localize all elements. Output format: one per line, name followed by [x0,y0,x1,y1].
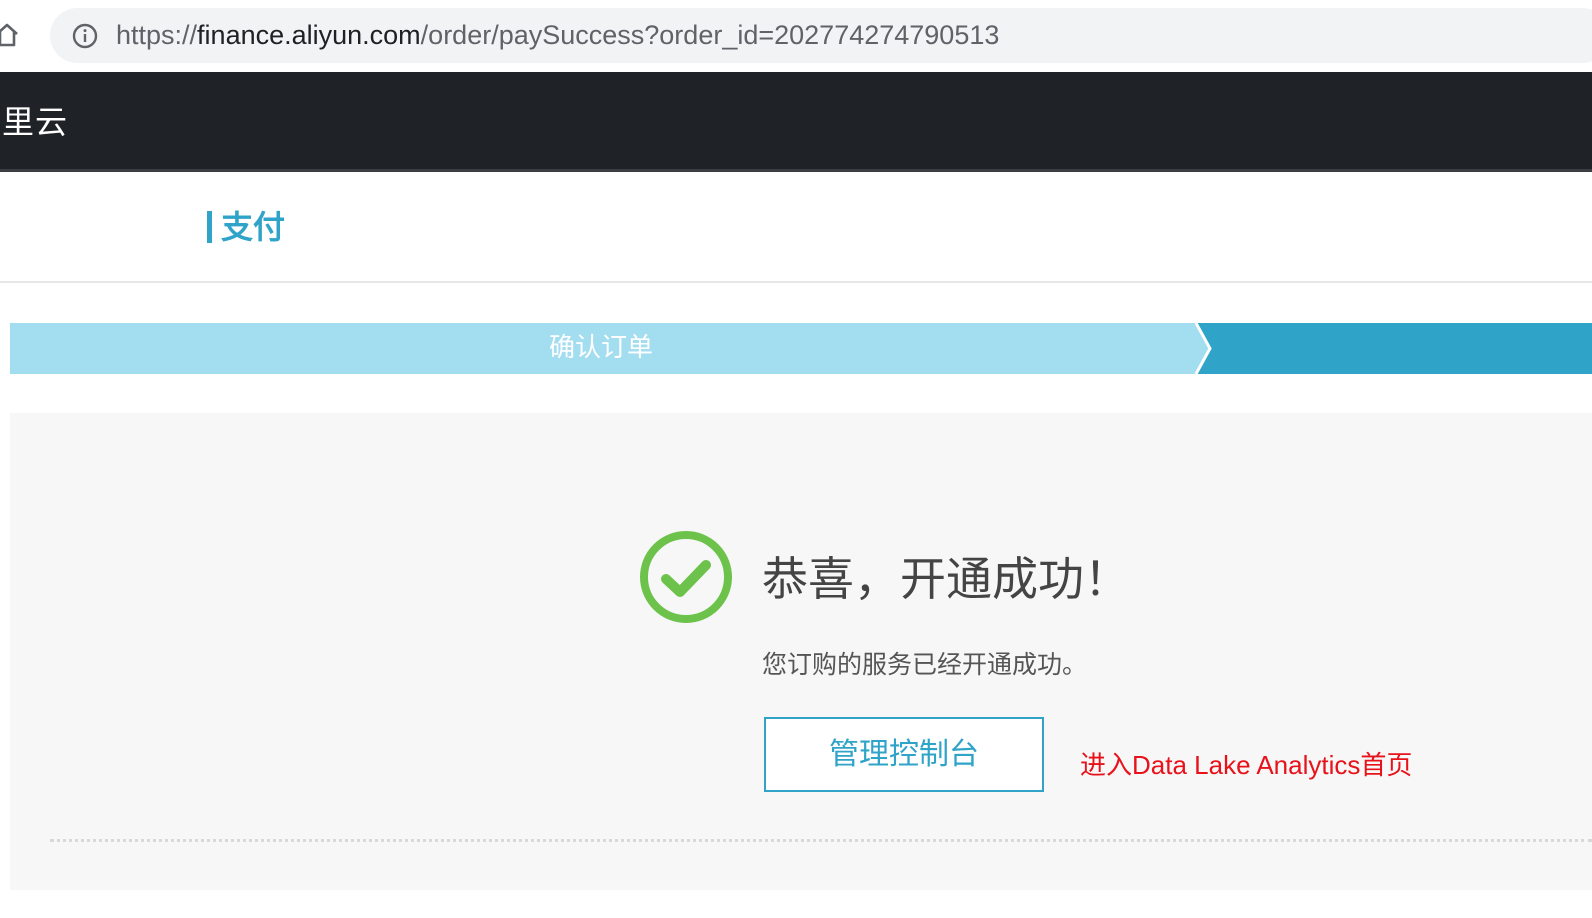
page-title: 支付 [221,208,286,246]
site-logo[interactable]: 里云 [2,72,68,172]
url-scheme: https:// [116,20,198,50]
order-steps: 确认订单 [10,323,1592,374]
step-label-confirm-order: 确认订单 [548,333,653,363]
address-bar[interactable]: https://finance.aliyun.com/order/paySucc… [50,8,1592,63]
browser-toolbar: https://finance.aliyun.com/order/paySucc… [0,0,1592,72]
annotation-text: 进入Data Lake Analytics首页 [1080,750,1413,780]
home-icon[interactable] [0,22,20,48]
section-accent-bar [207,211,212,243]
section-header: 支付 [0,173,1592,283]
site-header: 里云 [0,72,1592,172]
check-circle-icon [638,529,734,625]
url-host: finance.aliyun.com [197,20,421,50]
step-current [1196,323,1592,374]
result-description: 您订购的服务已经开通成功。 [762,650,1088,679]
url-text[interactable]: https://finance.aliyun.com/order/paySucc… [116,8,999,63]
result-title: 恭喜，开通成功！ [762,552,1130,606]
info-icon[interactable] [72,23,98,49]
url-path: /order/paySuccess?order_id=2027742747905… [420,20,1000,50]
result-panel: 恭喜，开通成功！ 您订购的服务已经开通成功。 管理控制台 进入Data Lake… [10,413,1592,890]
management-console-button[interactable]: 管理控制台 [764,717,1044,792]
dotted-divider [50,839,1592,842]
